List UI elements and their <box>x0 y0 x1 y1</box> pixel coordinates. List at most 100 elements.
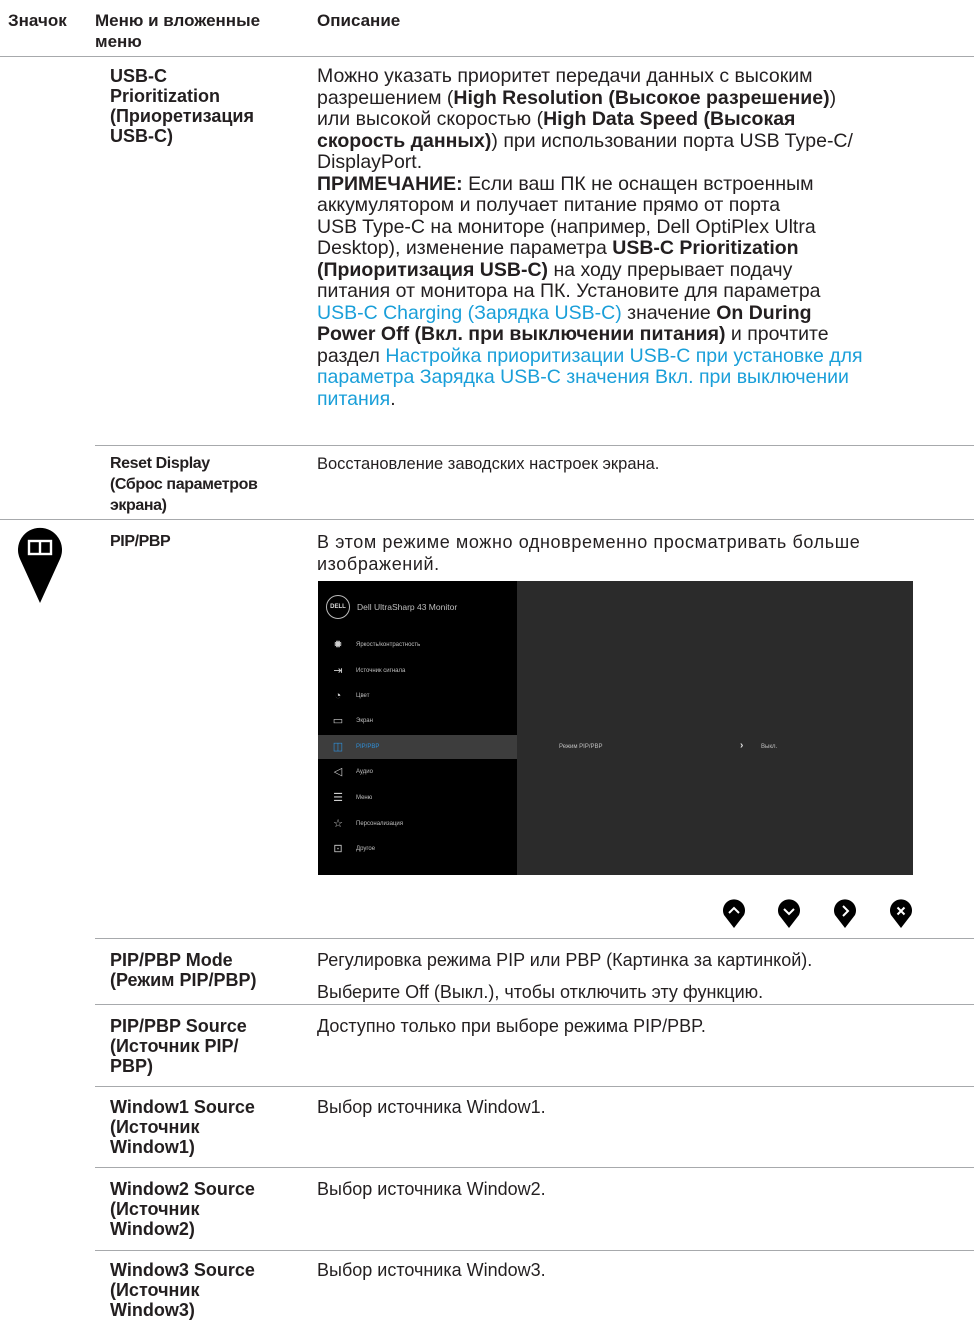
text-bold: On During <box>716 301 812 324</box>
osd-item-menu[interactable]: ☰ Меню <box>318 786 517 810</box>
osd-item-label: Цвет <box>356 693 370 699</box>
osd-item-other[interactable]: ⊡ Другое <box>318 837 517 861</box>
menu-name-usbc-prioritization: USB-C Prioritization (Приоретизация USB-… <box>110 66 300 146</box>
desc-pip-pbp-mode: Регулировка режима PIP или PBP (Картинка… <box>317 950 962 1003</box>
text: аккумулятором и получает питание прямо о… <box>317 194 781 216</box>
desc-line: раздел Настройка приоритизации USB-C при… <box>317 345 962 368</box>
col-header-menu-line2: меню <box>95 32 142 51</box>
desc-window1-source: Выбор источника Window1. <box>317 1097 546 1117</box>
pip-icon: ◫ <box>332 741 344 753</box>
color-palette-icon: ◔ <box>334 690 342 702</box>
menu-name-pip-pbp-mode: PIP/PBP Mode (Режим PIP/PBP) <box>110 950 300 990</box>
text: разрешением ( <box>317 86 454 109</box>
name-line: (Режим PIP/PBP) <box>110 970 257 990</box>
text-bold: USB-C Prioritization <box>612 237 799 259</box>
osd-content-panel <box>517 581 913 875</box>
name-line: PBP) <box>110 1056 154 1076</box>
desc-usbc-prioritization: Можно указать приоритет передачи данных … <box>317 65 962 411</box>
text: и прочтите <box>725 323 829 345</box>
menu-name-window2-source: Window2 Source (Источник Window2) <box>110 1179 300 1239</box>
header-rule <box>0 56 974 57</box>
osd-item-audio[interactable]: ◁ Аудио <box>318 760 517 784</box>
osd-item-label: Яркость/контрастность <box>356 642 421 648</box>
desc-line: Можно указать приоритет передачи данных … <box>317 65 962 88</box>
name-line: Window3) <box>110 1300 195 1320</box>
osd-item-label: Источник сигнала <box>356 668 406 674</box>
osd-item-personalize[interactable]: ☆ Персонализация <box>318 812 517 836</box>
osd-item-pip-pbp[interactable]: ◫ PIP/PBP <box>318 735 517 759</box>
desc-window2-source: Выбор источника Window2. <box>317 1179 546 1199</box>
name-line: USB-C) <box>110 126 173 146</box>
desc-line: Desktop), изменение параметра USB-C Prio… <box>317 237 962 260</box>
link-usbc-prioritization-setup[interactable]: параметра Зарядка USB-C значения Вкл. пр… <box>317 366 849 388</box>
desc-pip-pbp: В этом режиме можно одновременно просмат… <box>317 531 962 575</box>
col-header-description: Описание <box>317 11 401 30</box>
col-header-icon: Значок <box>8 11 67 30</box>
osd-submenu-label: Режим PIP/PBP <box>559 744 603 750</box>
osd-item-display[interactable]: ▭ Экран <box>318 709 517 733</box>
osd-screenshot: DELL Dell UltraSharp 43 Monitor ✹ Яркост… <box>318 581 913 875</box>
text: Desktop), изменение параметра <box>317 237 613 259</box>
desc-pip-pbp-source: Доступно только при выборе режима PIP/PB… <box>317 1016 706 1036</box>
name-line: Window2) <box>110 1219 195 1239</box>
osd-submenu-value: Выкл. <box>761 744 778 750</box>
text-bold: скорость данных) <box>317 129 492 152</box>
star-icon: ☆ <box>333 818 343 830</box>
name-line: Window1 Source <box>110 1097 255 1117</box>
menu-name-window1-source: Window1 Source (Источник Window1) <box>110 1097 300 1157</box>
desc-line: (Приоритизация USB-C) на ходу прерывает … <box>317 259 962 282</box>
name-line: Reset Display <box>110 455 210 472</box>
col-header-menu-line1: Меню и вложенные <box>95 11 261 30</box>
desc-line: разрешением (High Resolution (Высокое ра… <box>317 86 962 110</box>
row-rule <box>95 445 974 446</box>
up-arrow-icon[interactable] <box>722 899 746 929</box>
text-bold: High Resolution (Высокое разрешение) <box>453 86 830 109</box>
name-line: (Источник <box>110 1199 200 1219</box>
osd-item-brightness[interactable]: ✹ Яркость/контрастность <box>318 633 517 657</box>
text: Можно указать приоритет передачи данных … <box>317 65 813 87</box>
input-source-icon: ⇥ <box>333 665 343 677</box>
name-line: (Приоретизация <box>110 106 254 126</box>
link-usbc-prioritization-setup[interactable]: питания <box>317 388 390 410</box>
desc-line: DisplayPort. <box>317 151 962 174</box>
row-rule <box>95 1167 974 1168</box>
osd-item-label: Аудио <box>356 769 373 775</box>
osd-item-color[interactable]: ◔ Цвет <box>318 684 517 708</box>
text-bold: High Data Speed (Высокая <box>543 108 796 130</box>
text: ) при использовании порта USB Type-C/ <box>491 129 853 152</box>
desc-line: USB-C Charging (Зарядка USB-C) значение … <box>317 301 962 325</box>
osd-item-input-source[interactable]: ⇥ Источник сигнала <box>318 659 517 683</box>
name-line: экрана) <box>110 497 167 514</box>
text: ) <box>829 86 837 109</box>
name-line: PIP/PBP Mode <box>110 950 233 970</box>
desc-line: питания. <box>317 387 962 411</box>
section-rule <box>0 519 974 520</box>
text: . <box>390 387 396 410</box>
desc-line: Выберите Off (Выкл.), чтобы отключить эт… <box>317 981 764 1002</box>
text: или высокой скоростью ( <box>317 108 544 130</box>
text-bold: Power Off (Вкл. при выключении питания) <box>317 323 726 345</box>
row-rule <box>95 1250 974 1251</box>
menu-name-pip-pbp-source: PIP/PBP Source (Источник PIP/ PBP) <box>110 1016 300 1076</box>
desc-line: скорость данных)) при использовании порт… <box>317 129 962 153</box>
right-arrow-icon[interactable] <box>833 899 857 929</box>
name-line: (Источник <box>110 1117 200 1137</box>
desc-line: В этом режиме можно одновременно просмат… <box>317 532 861 552</box>
row-rule <box>95 1004 974 1005</box>
osd-item-label: PIP/PBP <box>356 744 380 750</box>
desc-window3-source: Выбор источника Window3. <box>317 1260 546 1280</box>
close-icon[interactable] <box>889 899 913 929</box>
desc-line: параметра Зарядка USB-C значения Вкл. пр… <box>317 366 962 389</box>
name-line: Window2 Source <box>110 1179 255 1199</box>
display-icon: ▭ <box>332 715 344 727</box>
link-usbc-prioritization-setup[interactable]: Настройка приоритизации USB-C при устано… <box>385 345 862 367</box>
desc-line: Регулировка режима PIP или PBP (Картинка… <box>317 950 813 970</box>
down-arrow-icon[interactable] <box>777 899 801 929</box>
name-line: USB-C <box>110 66 167 86</box>
osd-item-label: Персонализация <box>356 821 404 827</box>
name-line: Window1) <box>110 1137 195 1157</box>
text: USB Type-C на мониторе (например, Dell O… <box>317 215 816 238</box>
name-line: (Сброс параметров <box>110 476 258 493</box>
menu-name-window3-source: Window3 Source (Источник Window3) <box>110 1260 300 1320</box>
link-usbc-charging[interactable]: USB-C Charging (Зарядка USB-C) <box>317 302 622 324</box>
